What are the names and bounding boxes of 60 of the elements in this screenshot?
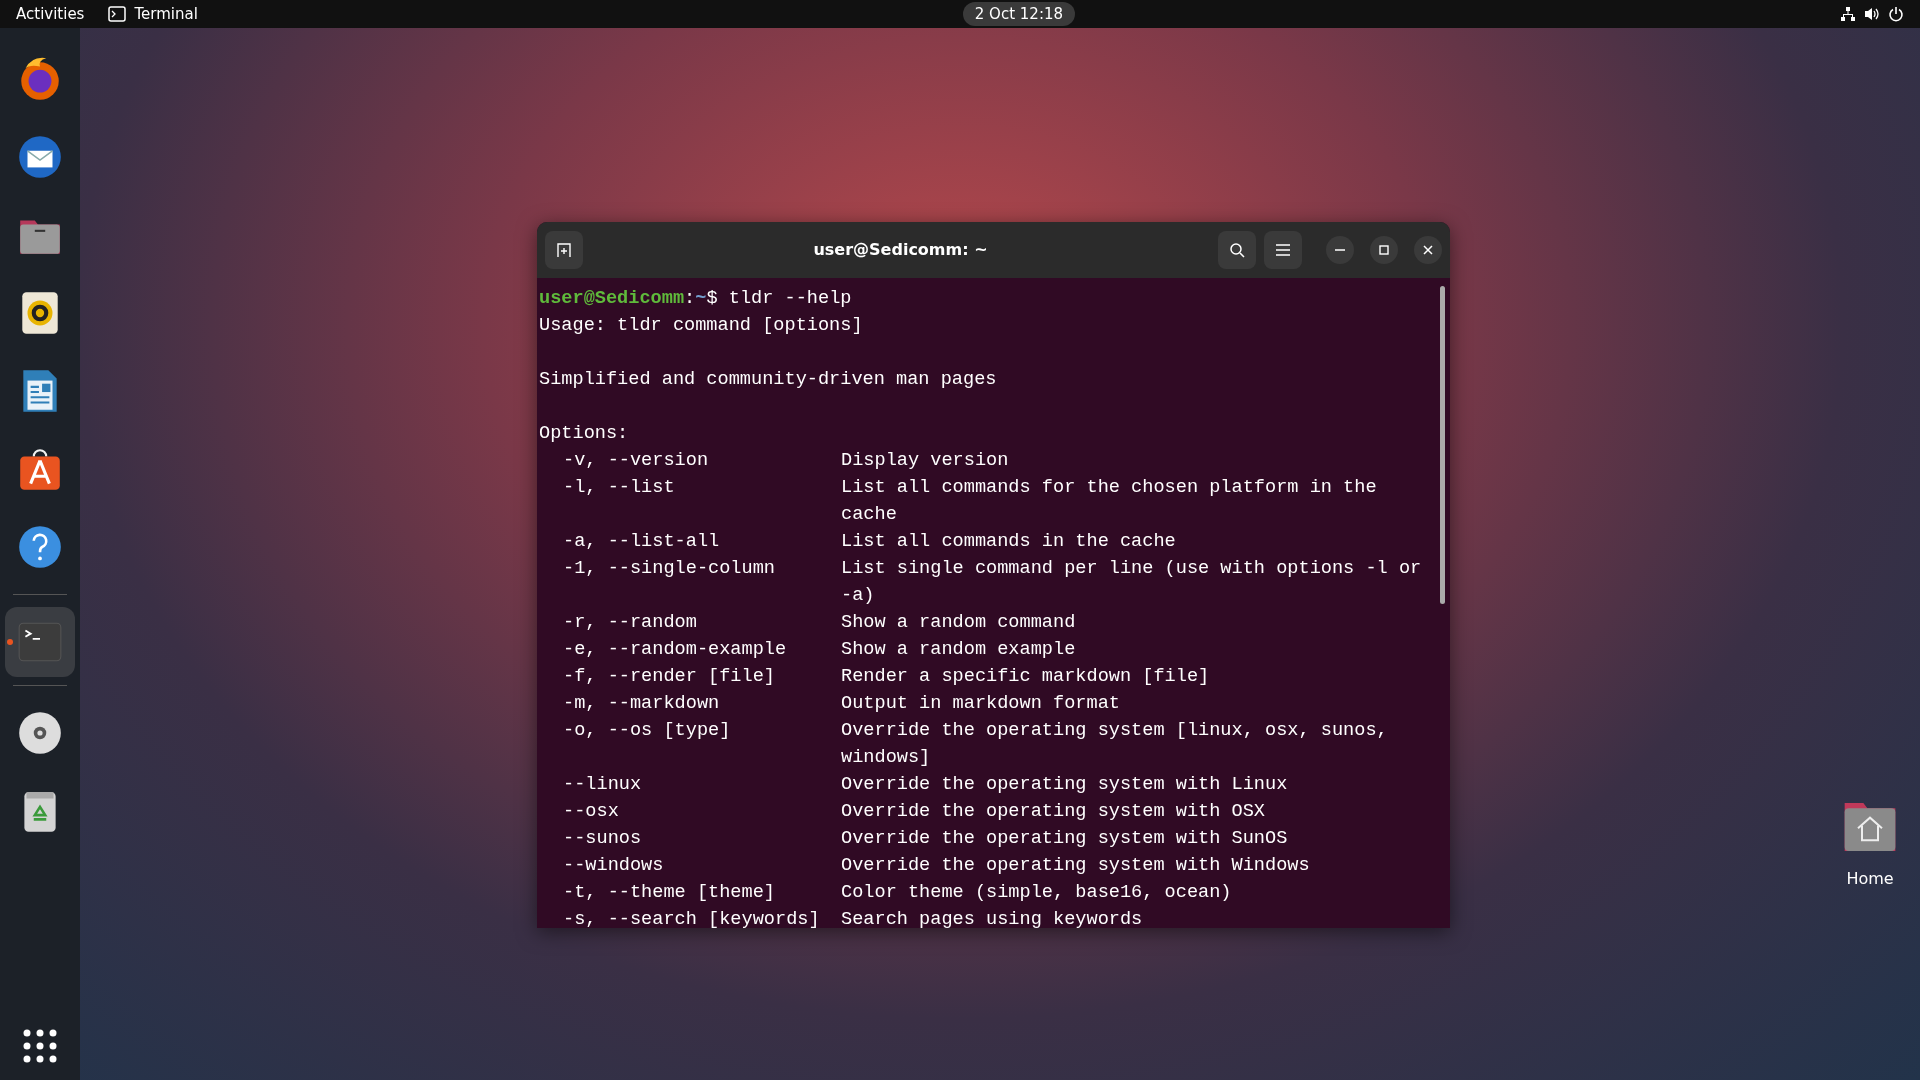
scrollbar[interactable]: [1440, 286, 1445, 604]
option-description: Override the operating system with Linux: [841, 773, 1288, 797]
option-description: Show a random example: [841, 638, 1076, 662]
search-icon: [1229, 242, 1245, 258]
option-label: -v, --version: [562, 449, 710, 473]
home-folder-label: Home: [1846, 868, 1894, 890]
option-description: -a): [841, 584, 875, 608]
option-label: --sunos: [562, 827, 643, 851]
app-grid-icon[interactable]: [22, 1028, 58, 1064]
terminal-icon: [108, 6, 127, 22]
search-button[interactable]: [1218, 231, 1256, 269]
option-description: Color theme (simple, base16, ocean): [841, 881, 1232, 905]
option-label: -t, --theme [theme]: [562, 881, 776, 905]
new-tab-icon: [556, 242, 572, 258]
option-description: Display version: [841, 449, 1009, 473]
clock[interactable]: 2 Oct 12:18: [962, 1, 1076, 27]
output-line: Simplified and community-driven man pages: [539, 368, 997, 392]
option-label: --osx: [562, 800, 620, 824]
activities-button[interactable]: Activities: [16, 2, 85, 26]
option-description: Override the operating system with SunOS: [841, 827, 1288, 851]
option-description: cache: [841, 503, 897, 527]
option-label: -f, --render [file]: [562, 665, 776, 689]
option-label: -1, --single-column: [562, 557, 776, 581]
option-description: List single command per line (use with options -l or: [841, 557, 1422, 581]
window-title: user@Sedicomm: ~: [813, 240, 988, 259]
option-description: Show a random command: [841, 611, 1076, 635]
maximize-button[interactable]: [1370, 236, 1398, 264]
option-description: windows]: [841, 746, 931, 770]
new-tab-button[interactable]: [545, 231, 583, 269]
option-label: -a, --list-all: [562, 530, 721, 554]
menu-icon: [1276, 244, 1290, 256]
prompt-line: user@Sedicomm:~$ tldr --help: [539, 287, 852, 311]
option-label: -r, --random: [562, 611, 698, 635]
minimize-icon: [1335, 249, 1345, 251]
option-label: -l, --list: [562, 476, 676, 500]
minimize-button[interactable]: [1326, 236, 1354, 264]
option-description: Override the operating system with OSX: [841, 800, 1265, 824]
output-line: Usage: tldr command [options]: [539, 314, 863, 338]
network-icon[interactable]: [1840, 6, 1856, 22]
option-description: Render a specific markdown [file]: [841, 665, 1210, 689]
maximize-icon: [1379, 245, 1389, 255]
output-line: Options:: [539, 422, 629, 446]
close-button[interactable]: [1414, 236, 1442, 264]
option-description: List all commands for the chosen platform in the: [841, 476, 1377, 500]
option-label: -o, --os [type]: [562, 719, 732, 743]
option-description: Search pages using keywords: [841, 908, 1143, 928]
app-menu[interactable]: Terminal: [134, 2, 198, 26]
option-label: -m, --markdown: [562, 692, 721, 716]
close-icon: [1423, 245, 1433, 255]
option-description: Output in markdown format: [841, 692, 1120, 716]
menu-button[interactable]: [1264, 231, 1302, 269]
volume-icon[interactable]: [1864, 6, 1880, 22]
option-description: Override the operating system with Windows: [841, 854, 1310, 878]
option-label: --linux: [562, 773, 643, 797]
option-label: -s, --search [keywords]: [562, 908, 821, 928]
option-description: List all commands in the cache: [841, 530, 1176, 554]
option-label: -e, --random-example: [562, 638, 788, 662]
option-label: --windows: [562, 854, 665, 878]
power-icon[interactable]: [1888, 6, 1904, 22]
option-description: Override the operating system [linux, osx, sunos,: [841, 719, 1388, 743]
